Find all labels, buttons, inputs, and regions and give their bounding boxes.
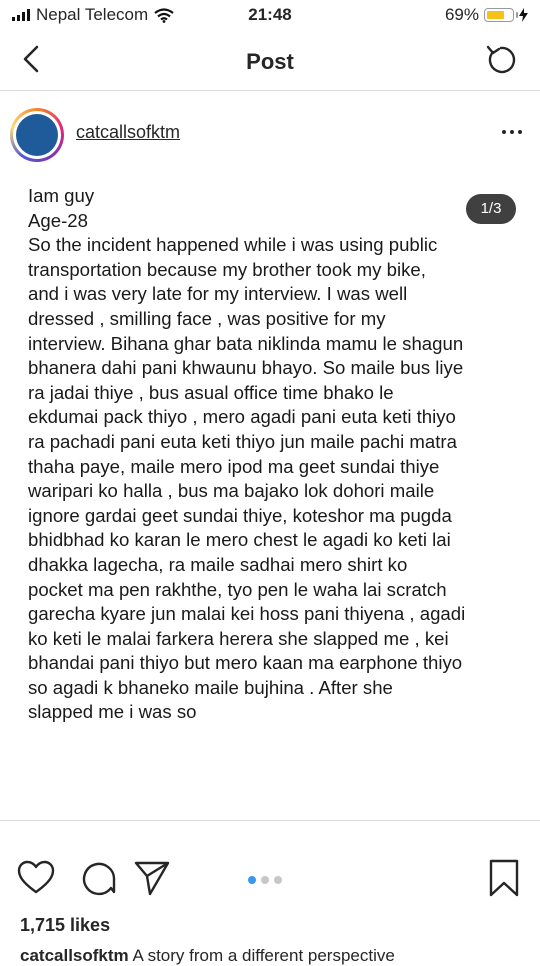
- post-text-line: ra pachadi pani euta keti thiyo jun mail…: [28, 430, 457, 452]
- bookmark-icon[interactable]: [484, 858, 524, 898]
- post-text-line: ra jadai thiye , bus asual office time b…: [28, 381, 394, 403]
- heart-icon[interactable]: [16, 858, 56, 898]
- post-text-line: so agadi k bhaneko maile bujhina . After…: [28, 676, 393, 698]
- more-horizontal-icon[interactable]: [502, 130, 522, 134]
- page-title: Post: [246, 49, 294, 74]
- status-bar: Nepal Telecom 21:48 69%: [0, 0, 540, 32]
- post-text-line: dhakka lagecha, ra maile sadhai mero shi…: [28, 553, 408, 575]
- battery-icon: [484, 8, 518, 22]
- status-right: 69%: [445, 5, 528, 25]
- refresh-icon[interactable]: [484, 43, 518, 77]
- post-text-line: pocket ma pen rakhthe, tyo pen le waha l…: [28, 578, 447, 600]
- post-text-line: interview. Bihana ghar bata niklinda mam…: [28, 332, 464, 354]
- post-text-line: garecha kyare jun malai kei hoss pani th…: [28, 603, 466, 625]
- post-text-line: waripari ko halla , bus ma bajako lok do…: [28, 480, 435, 502]
- comment-icon[interactable]: [78, 858, 118, 898]
- post-text-line: bhandai pani thiyo but mero kaan ma earp…: [28, 652, 463, 674]
- post-text-line: ko keti le malai farkera herera she slap…: [28, 627, 449, 649]
- caption-text: A story from a different perspective: [128, 946, 395, 965]
- post-text-line: Age-28: [28, 209, 88, 231]
- caption: catcallsofktm A story from a different p…: [20, 946, 395, 966]
- likes-count[interactable]: 1,715 likes: [20, 915, 110, 936]
- post-text-line: and i was very late for my interview. I …: [28, 283, 408, 305]
- post-text-line: thaha paye, maile mero ipod ma geet sund…: [28, 455, 440, 477]
- post-text-line: Iam guy: [28, 185, 95, 206]
- battery-percent: 69%: [444, 5, 479, 24]
- post-text-line: transportation because my brother took m…: [28, 258, 426, 280]
- action-bar: [0, 840, 540, 900]
- post-text-line: bhidbhad ko karan le mero chest le agadi…: [28, 529, 451, 551]
- carousel-dot: [248, 876, 256, 884]
- post-text-line: bhanera dahi pani khwaunu bhayo. So mail…: [28, 357, 464, 379]
- post-image[interactable]: Iam guy Age-28 So the incident happened wh…: [0, 168, 540, 820]
- carousel-dot: [274, 876, 282, 884]
- post-text-line: So the incident happened while i was usi…: [28, 234, 438, 256]
- nav-bar: Post: [0, 32, 540, 90]
- post-username[interactable]: catcallsofktm: [76, 122, 180, 143]
- nav-divider: [0, 90, 540, 91]
- carousel-indicator: [248, 876, 282, 884]
- caption-username[interactable]: catcallsofktm: [20, 946, 129, 965]
- post-text: Iam guy Age-28 So the incident happened wh…: [28, 184, 504, 725]
- carousel-counter: 1/3: [466, 194, 516, 224]
- post-text-line: ekdumai pack thiyo , mero agadi pani eut…: [28, 406, 456, 428]
- post-header: catcallsofktm: [0, 104, 540, 164]
- image-divider: [0, 820, 540, 821]
- post-text-line: ignore gardai geet sundai thiye, kotesho…: [28, 504, 452, 526]
- avatar[interactable]: [10, 108, 64, 162]
- send-icon[interactable]: [132, 858, 172, 898]
- post-text-line: slapped me i was so: [28, 701, 197, 723]
- carousel-dot: [261, 876, 269, 884]
- charging-icon: [519, 8, 528, 22]
- post-text-line: dressed , smilling face , was positive f…: [28, 307, 386, 329]
